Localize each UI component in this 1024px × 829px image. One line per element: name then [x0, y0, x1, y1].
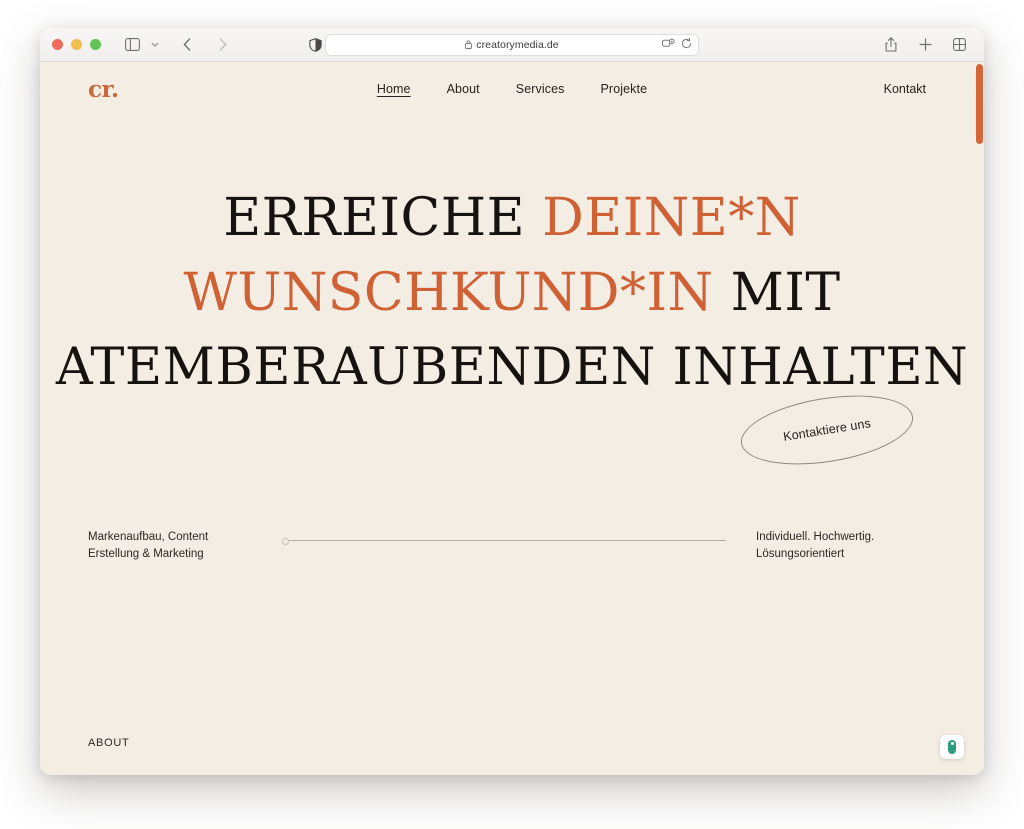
extensions-icon[interactable] [662, 36, 675, 54]
headline-line1-dark: ERREICHE [223, 188, 526, 248]
hero-headline: ERREICHE DEINE*N WUNSCHKUND*IN MIT ATEMB… [40, 192, 984, 393]
window-controls [52, 39, 101, 50]
headline-line2-dark: MIT [730, 263, 841, 323]
headline-line1-accent: DEINE*N [542, 188, 801, 248]
sidebar-controls [119, 33, 162, 57]
close-window-button[interactable] [52, 39, 63, 50]
sidebar-icon[interactable] [119, 33, 145, 57]
toolbar-right-actions [878, 33, 972, 57]
subtext-left: Markenaufbau, Content Erstellung & Marke… [88, 531, 209, 560]
url-text: creatorymedia.de [476, 38, 559, 51]
back-icon[interactable] [174, 33, 200, 57]
chevron-down-icon[interactable] [148, 33, 162, 57]
share-icon[interactable] [878, 33, 904, 57]
contact-badge[interactable]: Kontaktiere uns [736, 384, 918, 476]
minimize-window-button[interactable] [71, 39, 82, 50]
navigation-arrows [174, 33, 236, 57]
site-footer: ABOUT [40, 711, 984, 775]
headline-line-3: ATEMBERAUBENDEN INHALTEN [55, 338, 969, 397]
site-logo[interactable]: cr. [88, 78, 119, 101]
nav-item-about[interactable]: About [447, 82, 480, 96]
headline-line2-accent: WUNSCHKUND*IN [183, 263, 714, 323]
plus-icon[interactable] [912, 33, 938, 57]
reload-icon[interactable] [681, 36, 692, 54]
address-bar[interactable]: creatorymedia.de [325, 33, 699, 56]
hero-section: ERREICHE DEINE*N WUNSCHKUND*IN MIT ATEMB… [40, 116, 984, 476]
address-bar-actions [662, 35, 692, 55]
nav-item-home[interactable]: Home [377, 82, 411, 96]
nav-item-projekte[interactable]: Projekte [601, 82, 648, 96]
grid-icon[interactable] [946, 33, 972, 57]
subtext-right: Individuell. Hochwertig. Lösungsorientie… [756, 531, 875, 560]
headline-line-2: WUNSCHKUND*IN MIT [40, 267, 984, 319]
zoom-window-button[interactable] [90, 39, 101, 50]
horizontal-divider [282, 538, 726, 545]
browser-toolbar: creatorymedia.de [40, 28, 984, 62]
contact-badge-label: Kontaktiere uns [782, 416, 872, 444]
footer-section-label[interactable]: ABOUT [88, 737, 129, 749]
page-scrollbar-thumb[interactable] [976, 64, 983, 144]
hero-subtext-row: Markenaufbau, Content Erstellung & Marke… [40, 524, 984, 562]
nav-item-kontakt[interactable]: Kontakt [884, 82, 926, 96]
lock-icon [465, 40, 473, 49]
forward-icon[interactable] [210, 33, 236, 57]
headline-line-1: ERREICHE DEINE*N [40, 192, 984, 244]
site-header: cr. Home About Services Projekte Kontakt [40, 62, 984, 116]
privacy-consent-glyph [948, 740, 956, 754]
page-scrollbar[interactable] [975, 62, 984, 775]
nav-item-services[interactable]: Services [516, 82, 565, 96]
address-bar-container: creatorymedia.de [325, 33, 699, 56]
web-page: cr. Home About Services Projekte Kontakt… [40, 62, 984, 775]
main-navigation: Home About Services Projekte [377, 82, 647, 96]
browser-window: creatorymedia.de cr. Home About Services… [40, 28, 984, 775]
privacy-consent-icon[interactable] [940, 735, 964, 759]
